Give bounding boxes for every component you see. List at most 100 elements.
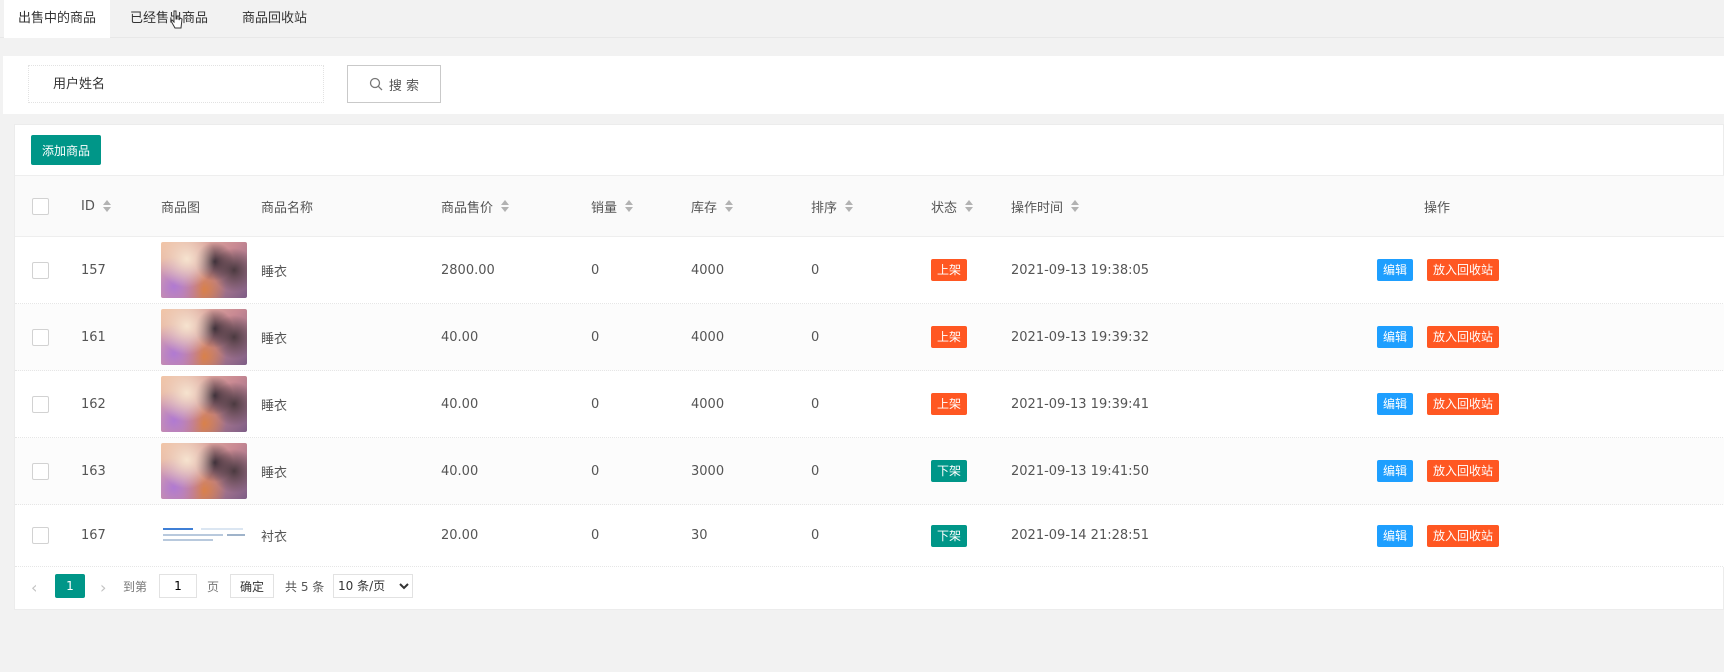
- edit-button[interactable]: 编辑: [1377, 524, 1414, 547]
- cell-sales: 0: [591, 262, 600, 278]
- header-ops: 操作: [1424, 200, 1451, 216]
- header-order[interactable]: 排序: [811, 176, 854, 236]
- mouse-cursor-icon: [170, 10, 183, 29]
- status-cell: 下架: [931, 438, 968, 504]
- cell-price: 40.00: [441, 463, 479, 479]
- search-button-label: 搜 索: [388, 78, 420, 94]
- cell-stock: 30: [691, 528, 708, 543]
- header-sales[interactable]: 销量: [591, 176, 634, 236]
- header-id[interactable]: ID: [81, 176, 111, 236]
- current-page[interactable]: 1: [55, 574, 85, 598]
- cell-stock: 3000: [691, 463, 725, 479]
- pagination: ‹ 1 › 到第 页 确定 共 5 条 10 条/页: [15, 565, 1724, 609]
- username-search-input[interactable]: [28, 65, 324, 103]
- status-badge[interactable]: 下架: [931, 524, 968, 547]
- page-number-input[interactable]: [159, 574, 197, 598]
- select-all-checkbox[interactable]: [32, 197, 49, 215]
- edit-button[interactable]: 编辑: [1377, 460, 1414, 482]
- tab-recycle-bin[interactable]: 商品回收站: [228, 0, 321, 38]
- table-body: 157 睡衣 2800.00 0 4000 0 2021-09-13 19:38:05 上架编…: [15, 237, 1724, 567]
- header-time[interactable]: 操作时间: [1011, 176, 1080, 236]
- move-to-recycle-button[interactable]: 放入回收站: [1427, 460, 1500, 482]
- edit-button[interactable]: 编辑: [1377, 259, 1414, 281]
- row-checkbox[interactable]: [32, 261, 49, 279]
- row-select-cell: [32, 505, 49, 566]
- table-row: 167 衬衣 20.00 0 30 0 2021-09-14 21:28:51 下架 编辑 放入回…: [15, 505, 1724, 567]
- prev-page-icon[interactable]: ‹: [31, 578, 37, 597]
- move-to-recycle-button[interactable]: 放入回收站: [1427, 393, 1500, 415]
- ops-cell: 编辑 放入回收站: [1377, 505, 1500, 566]
- row-checkbox[interactable]: [32, 527, 49, 544]
- cell-time: 2021-09-13 19:39:41: [1011, 396, 1150, 412]
- table-header: ID 商品图 商品名称 商品售价 销量 库存 排序 状态 操作时间 操作: [15, 175, 1724, 237]
- sort-icon[interactable]: [725, 200, 734, 212]
- confirm-page-button[interactable]: 确定: [230, 574, 274, 598]
- product-image: [161, 376, 247, 432]
- cell-name: 睡衣: [261, 465, 288, 481]
- cell-id: 163: [81, 463, 106, 479]
- row-checkbox[interactable]: [32, 328, 49, 346]
- sort-icon[interactable]: [501, 200, 510, 212]
- tab-sold[interactable]: 已经售出商品: [116, 0, 222, 38]
- product-image: [161, 309, 247, 365]
- move-to-recycle-button[interactable]: 放入回收站: [1427, 326, 1500, 348]
- cell-id: 162: [81, 396, 106, 412]
- cell-time: 2021-09-13 19:41:50: [1011, 463, 1150, 479]
- sort-icon[interactable]: [845, 200, 854, 212]
- header-order-label: 排序: [811, 200, 838, 216]
- cell-stock: 4000: [691, 329, 725, 345]
- move-to-recycle-button[interactable]: 放入回收站: [1427, 259, 1500, 281]
- product-image: [161, 443, 247, 499]
- sort-icon[interactable]: [102, 200, 111, 212]
- row-checkbox[interactable]: [32, 395, 49, 413]
- cell-time: 2021-09-13 19:38:05: [1011, 262, 1150, 278]
- goto-label: 到第: [123, 580, 148, 594]
- status-cell: 上架: [931, 371, 968, 437]
- edit-button[interactable]: 编辑: [1377, 326, 1414, 348]
- cell-name: 衬衣: [261, 530, 288, 545]
- status-cell: 下架: [931, 505, 968, 566]
- page-size-select[interactable]: 10 条/页: [333, 574, 413, 598]
- add-product-button[interactable]: 添加商品: [31, 135, 101, 165]
- header-price[interactable]: 商品售价: [441, 176, 510, 236]
- cell-sales: 0: [591, 329, 600, 345]
- page-unit-label: 页: [207, 580, 220, 594]
- table-row: 162 睡衣 40.00 0 4000 0 2021-09-13 19:39:41 上架 编辑放…: [15, 371, 1724, 438]
- header-stock[interactable]: 库存: [691, 176, 734, 236]
- sort-icon[interactable]: [1071, 200, 1080, 212]
- ops-cell: 编辑 放入回收站: [1377, 237, 1500, 303]
- sort-icon[interactable]: [965, 200, 974, 212]
- table-row: 161 睡衣 40.00 0 4000 0 2021-09-13 19:39:32 上架 编辑放…: [15, 304, 1724, 371]
- row-select-cell: [32, 237, 49, 303]
- ops-cell: 编辑 放入回收站: [1377, 371, 1500, 437]
- sort-icon[interactable]: [625, 200, 634, 212]
- product-table-panel: 添加商品 ID 商品图 商品名称 商品售价 销量 库存 排序 状态 操作时间 操…: [14, 124, 1724, 610]
- edit-button[interactable]: 编辑: [1377, 393, 1414, 415]
- cell-order: 0: [811, 329, 820, 345]
- status-badge[interactable]: 上架: [931, 259, 968, 281]
- header-sales-label: 销量: [591, 200, 618, 216]
- move-to-recycle-button[interactable]: 放入回收站: [1427, 524, 1500, 547]
- status-badge[interactable]: 下架: [931, 460, 968, 482]
- cell-sales: 0: [591, 463, 600, 479]
- cell-order: 0: [811, 396, 820, 412]
- total-count: 共 5 条: [285, 580, 325, 594]
- status-cell: 上架: [931, 304, 968, 370]
- product-image-cell: [161, 505, 247, 566]
- row-checkbox[interactable]: [32, 462, 49, 480]
- header-status-label: 状态: [931, 200, 958, 216]
- status-badge[interactable]: 上架: [931, 393, 968, 415]
- search-panel: 搜 索: [3, 56, 1724, 114]
- status-badge[interactable]: 上架: [931, 326, 968, 348]
- cell-price: 40.00: [441, 329, 479, 345]
- tab-on-sale[interactable]: 出售中的商品: [4, 0, 111, 38]
- cell-price: 2800.00: [441, 262, 495, 278]
- header-status[interactable]: 状态: [931, 176, 974, 236]
- cell-price: 40.00: [441, 396, 479, 412]
- status-cell: 上架: [931, 237, 968, 303]
- row-select-cell: [32, 438, 49, 504]
- next-page-icon[interactable]: ›: [100, 578, 106, 597]
- search-icon: [369, 77, 383, 91]
- cell-sales: 0: [591, 396, 600, 412]
- search-button[interactable]: 搜 索: [347, 65, 441, 103]
